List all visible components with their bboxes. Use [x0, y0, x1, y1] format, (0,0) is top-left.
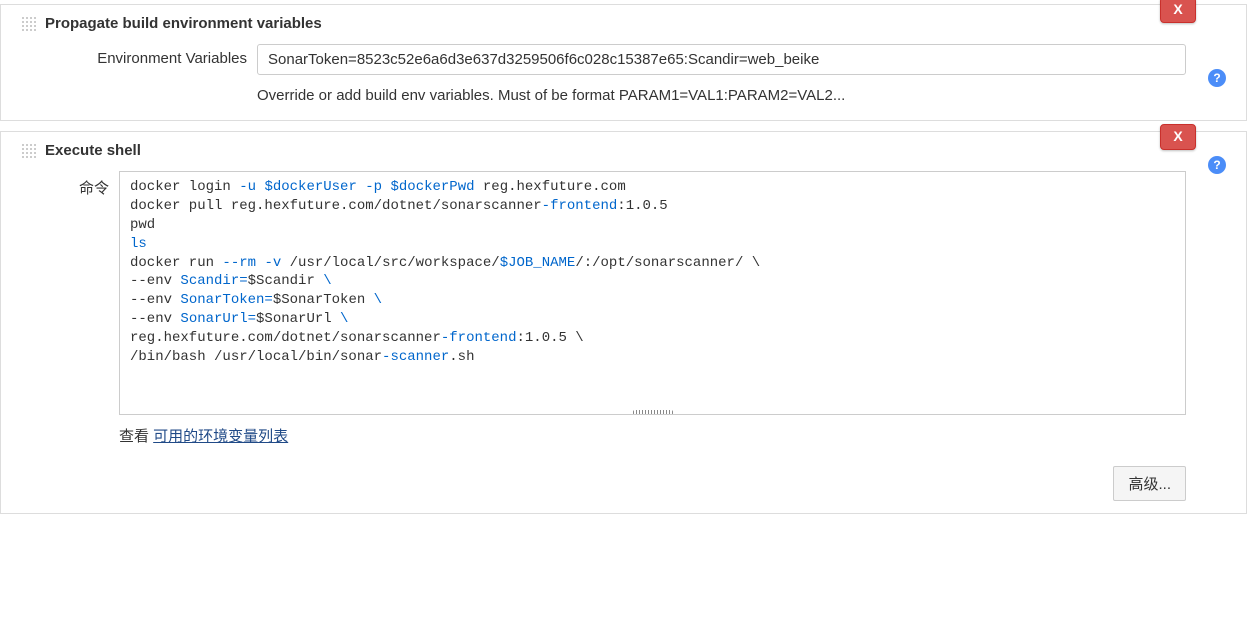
advanced-button[interactable]: 高级...	[1113, 466, 1186, 501]
command-row: 命令 docker login -u $dockerUser -p $docke…	[1, 167, 1246, 450]
shell-command-editor[interactable]: docker login -u $dockerUser -p $dockerPw…	[119, 171, 1186, 415]
env-variables-input[interactable]	[257, 44, 1186, 75]
section-title: Execute shell	[45, 142, 141, 159]
build-step-execute-shell: X ? Execute shell 命令 docker login -u $do…	[0, 131, 1247, 514]
advanced-button-row: 高级...	[1, 450, 1246, 501]
command-label: 命令	[61, 171, 119, 198]
build-step-propagate-env: X ? Propagate build environment variable…	[0, 4, 1247, 121]
delete-build-step-button[interactable]: X	[1160, 0, 1196, 23]
env-vars-see-row: 查看 可用的环境变量列表	[119, 425, 1186, 446]
see-label: 查看	[119, 428, 153, 445]
drag-handle-icon[interactable]	[21, 16, 37, 32]
delete-build-step-button[interactable]: X	[1160, 124, 1196, 150]
env-variables-label: Environment Variables	[61, 44, 257, 67]
available-env-vars-link[interactable]: 可用的环境变量列表	[153, 428, 288, 445]
env-variables-hint: Override or add build env variables. Mus…	[257, 87, 1186, 104]
help-icon[interactable]: ?	[1208, 69, 1226, 87]
section-title: Propagate build environment variables	[45, 15, 322, 32]
env-variables-row: Environment Variables Override or add bu…	[1, 40, 1246, 108]
section-header: Execute shell	[1, 142, 1246, 167]
help-icon[interactable]: ?	[1208, 156, 1226, 174]
drag-handle-icon[interactable]	[21, 143, 37, 159]
section-header: Propagate build environment variables	[1, 15, 1246, 40]
